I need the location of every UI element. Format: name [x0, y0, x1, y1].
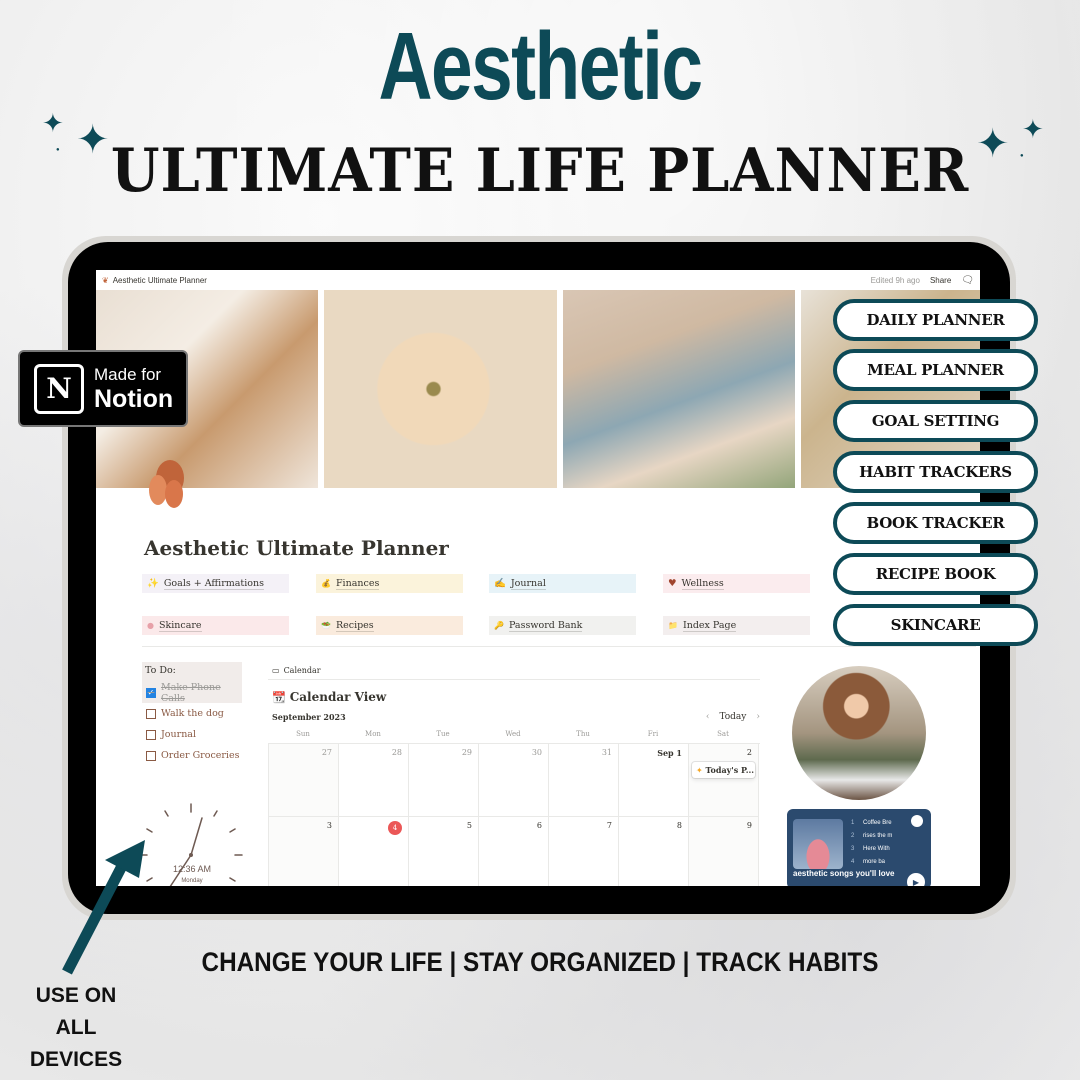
play-button[interactable]: ▶: [907, 873, 925, 886]
sparkle-icon: ✦: [76, 118, 110, 162]
track-item[interactable]: 3 Here With: [851, 843, 892, 856]
calendar-day[interactable]: Sep 1: [619, 744, 689, 817]
profile-photo: [792, 666, 926, 800]
feature-book-tracker: BOOK TRACKER: [833, 502, 1038, 544]
calendar-day[interactable]: 8: [619, 817, 689, 886]
notion-logo-icon: N: [34, 363, 84, 414]
cover-image-flatlay: [562, 290, 796, 488]
calendar-day[interactable]: 9: [689, 817, 759, 886]
nav-link-journal[interactable]: ✍ Journal: [489, 574, 636, 593]
writing-hand-icon: ✍: [494, 578, 506, 589]
checkbox[interactable]: [146, 750, 156, 761]
sparkle-icon: ✦: [1022, 114, 1044, 144]
track-list: 1 Coffee Bre 2 rises the m 3 Here With 4 mor…: [851, 817, 892, 869]
hero-subtitle: ULTIMATE LIFE PLANNER: [110, 136, 970, 206]
salad-icon: 🥗: [321, 621, 331, 630]
todo-item[interactable]: Journal: [142, 724, 242, 745]
nav-link-skincare[interactable]: ● Skincare: [142, 616, 289, 635]
clock-day: Monday: [181, 878, 202, 884]
track-item[interactable]: 1 Coffee Bre: [851, 817, 892, 830]
playlist-name: aesthetic songs you'll love: [793, 869, 895, 878]
clock-time: 12:36 AM: [173, 864, 211, 874]
checkbox[interactable]: [146, 708, 156, 719]
calendar-view-title: 📆 Calendar View: [272, 690, 387, 704]
star-icon: ✦: [696, 766, 703, 775]
page-title: Aesthetic Ultimate Planner: [144, 536, 449, 560]
sparkle-icon: ✦: [976, 122, 1010, 166]
sparkle-icon: ✦: [42, 108, 64, 138]
soap-icon: ●: [147, 621, 154, 630]
next-month-button[interactable]: ›: [756, 712, 760, 722]
tab-calendar[interactable]: ▭ Calendar: [268, 662, 322, 680]
calendar-icon: ▭: [272, 666, 280, 675]
calendar-event[interactable]: ✦ Today's P...: [692, 762, 755, 778]
checkbox-checked[interactable]: ✓: [146, 687, 156, 698]
calendar-day[interactable]: 7: [549, 817, 619, 886]
leaf-page-icon: [149, 460, 184, 508]
money-bag-icon: 💰: [321, 579, 331, 588]
playlist-cover: [793, 819, 843, 869]
folder-icon: 📁: [668, 621, 678, 630]
todo-item[interactable]: Walk the dog: [142, 703, 242, 724]
spotify-embed[interactable]: 1 Coffee Bre 2 rises the m 3 Here With 4 mor…: [787, 809, 931, 886]
devices-note: USE ON ALL DEVICES: [29, 984, 123, 1071]
calendar-day[interactable]: 3: [269, 817, 339, 886]
nav-link-wellness[interactable]: ♥ Wellness: [663, 574, 810, 593]
made-for-notion-badge: N Made for Notion: [18, 350, 188, 427]
cover-image-flower: [324, 290, 557, 488]
nav-link-password-bank[interactable]: 🔑 Password Bank: [489, 616, 636, 635]
calendar-grid: 27 28 29 30 31 Sep 1 2 ✦ Today's P... 3 …: [268, 743, 760, 886]
todo-heading: To Do:: [142, 662, 242, 682]
nav-link-index-page[interactable]: 📁 Index Page: [663, 616, 810, 635]
calendar-month: September 2023: [272, 712, 346, 722]
calendar-day[interactable]: 2 ✦ Today's P...: [689, 744, 759, 817]
nav-link-recipes[interactable]: 🥗 Recipes: [316, 616, 463, 635]
feature-goal-setting: GOAL SETTING: [833, 400, 1038, 442]
hero-title: Aesthetic: [378, 13, 703, 120]
feature-habit-trackers: HABIT TRACKERS: [833, 451, 1038, 493]
today-badge: 4: [388, 821, 402, 835]
heart-icon: ♥: [668, 578, 677, 589]
calendar-day[interactable]: 30: [479, 744, 549, 817]
spotify-logo-icon: [911, 815, 923, 827]
nav-link-goals[interactable]: ✨ Goals + Affirmations: [142, 574, 289, 593]
breadcrumb-label: Aesthetic Ultimate Planner: [112, 275, 207, 285]
tagline: CHANGE YOUR LIFE | STAY ORGANIZED | TRAC…: [201, 947, 879, 977]
calendar-day[interactable]: 28: [339, 744, 409, 817]
share-button[interactable]: Share: [930, 276, 951, 285]
comment-icon[interactable]: 🗨: [961, 275, 974, 286]
page-icon: ❦: [102, 275, 109, 285]
calendar-day-today[interactable]: 4: [339, 817, 409, 886]
sparkle-icon: ●: [1020, 153, 1024, 159]
calendar-link-icon: 📆: [272, 690, 286, 704]
today-button[interactable]: Today: [719, 712, 746, 722]
calendar-day[interactable]: 5: [409, 817, 479, 886]
feature-meal-planner: MEAL PLANNER: [833, 349, 1038, 391]
checkbox[interactable]: [146, 729, 156, 740]
track-item[interactable]: 2 rises the m: [851, 830, 892, 843]
calendar-day[interactable]: 6: [479, 817, 549, 886]
calendar: ▭ Calendar 📆 Calendar View September 202…: [268, 662, 760, 886]
prev-month-button[interactable]: ‹: [706, 712, 710, 722]
calendar-day[interactable]: 27: [269, 744, 339, 817]
divider: [142, 646, 976, 647]
nav-link-finances[interactable]: 💰 Finances: [316, 574, 463, 593]
sparkle-icon: ●: [56, 147, 60, 153]
breadcrumb[interactable]: ❦ Aesthetic Ultimate Planner: [102, 276, 207, 285]
todo-item[interactable]: Order Groceries: [142, 745, 242, 766]
todo-item[interactable]: ✓ Make Phone Calls: [142, 682, 242, 704]
feature-skincare: SKINCARE: [833, 604, 1038, 646]
edited-status: Edited 9h ago: [870, 275, 920, 285]
notion-topbar: ❦ Aesthetic Ultimate Planner Edited 9h a…: [96, 270, 980, 290]
weekday-header: Sun Mon Tue Wed Thu Fri Sat: [296, 730, 729, 738]
calendar-day[interactable]: 31: [549, 744, 619, 817]
key-icon: 🔑: [494, 621, 504, 630]
track-item[interactable]: 4 more ba: [851, 856, 892, 869]
sparkles-icon: ✨: [147, 578, 159, 589]
todo-list: To Do: ✓ Make Phone Calls Walk the dog J…: [142, 662, 242, 766]
feature-recipe-book: RECIPE BOOK: [833, 553, 1038, 595]
feature-daily-planner: DAILY PLANNER: [833, 299, 1038, 341]
calendar-day[interactable]: 29: [409, 744, 479, 817]
